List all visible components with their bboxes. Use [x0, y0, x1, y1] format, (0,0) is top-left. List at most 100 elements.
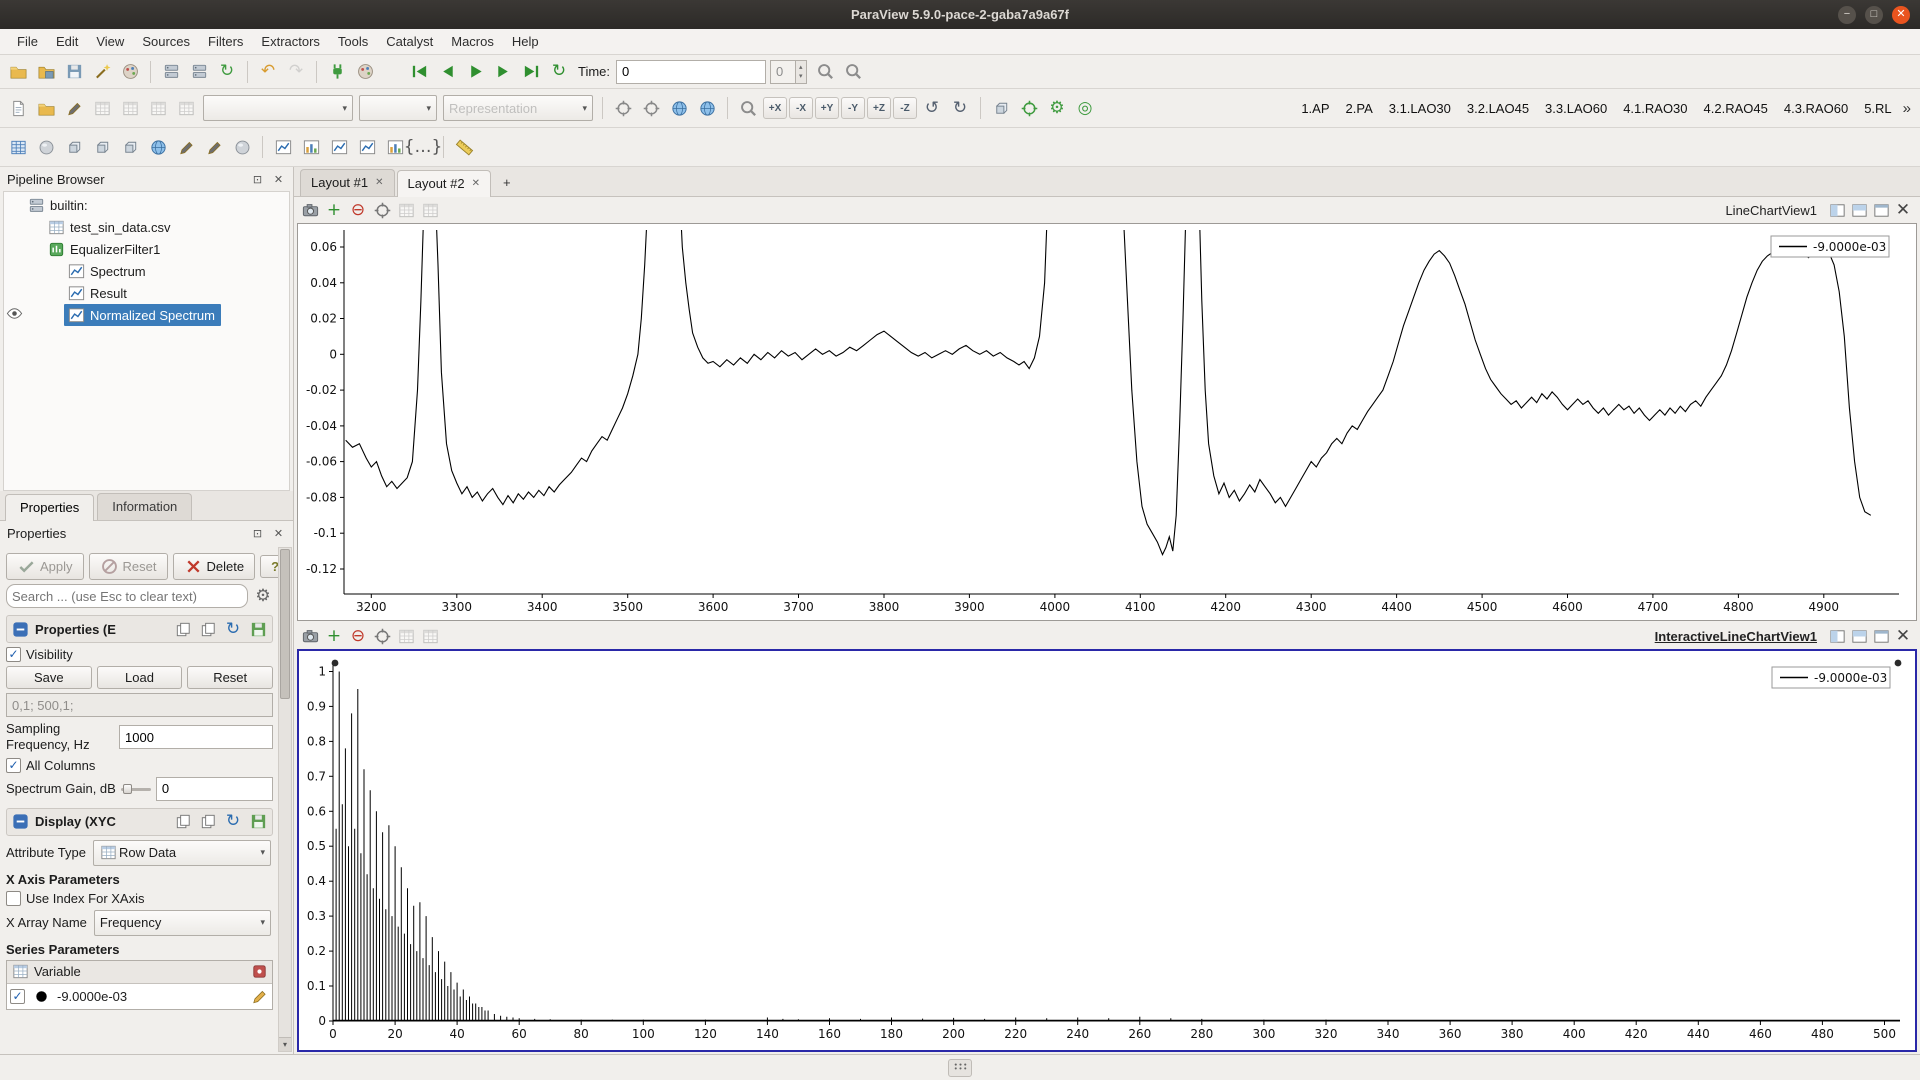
camera-preset-1-ap[interactable]: 1.AP: [1294, 97, 1336, 120]
select-chart-region-button[interactable]: [371, 625, 393, 647]
rescale-custom-range-button[interactable]: [638, 95, 664, 121]
reset-display-icon[interactable]: ↻: [223, 812, 243, 832]
load-palette-button[interactable]: [352, 59, 378, 85]
reset-range-time-button[interactable]: [117, 134, 143, 160]
split-vertical-button[interactable]: [1849, 200, 1869, 220]
menu-catalyst[interactable]: Catalyst: [377, 30, 442, 53]
menu-tools[interactable]: Tools: [329, 30, 377, 53]
threshold-filter-button[interactable]: [229, 134, 255, 160]
plot-selection-button[interactable]: [326, 134, 352, 160]
favorites-button[interactable]: [61, 95, 87, 121]
play-button[interactable]: [462, 59, 488, 85]
line-chart-svg[interactable]: 3200330034003500360037003800390040004100…: [298, 224, 1915, 620]
variable-selector-dropdown[interactable]: ▾: [203, 95, 353, 121]
scrollbar-thumb[interactable]: [280, 549, 290, 699]
color-map-wand-button[interactable]: [89, 59, 115, 85]
connect-server-button[interactable]: [158, 59, 184, 85]
capture-view-button[interactable]: [299, 199, 321, 221]
refresh-series-icon[interactable]: [249, 962, 269, 982]
reset-range-custom-button[interactable]: [89, 134, 115, 160]
maximize-view-button[interactable]: [1871, 626, 1891, 646]
visibility-eye-slot[interactable]: [4, 304, 24, 326]
chart-options-button[interactable]: [395, 625, 417, 647]
spin-down-icon[interactable]: ▾: [796, 72, 806, 81]
view-plus-x-button[interactable]: +X: [763, 97, 787, 119]
rotate-90-ccw-button[interactable]: ↺: [919, 95, 945, 121]
close-panel-icon[interactable]: ✕: [271, 173, 286, 186]
toolbar-overflow-icon[interactable]: »: [1899, 100, 1915, 117]
scroll-down-icon[interactable]: ▾: [279, 1037, 291, 1051]
clip-filter-button[interactable]: [173, 134, 199, 160]
reset-properties-icon[interactable]: ↻: [223, 619, 243, 639]
previous-frame-button[interactable]: [434, 59, 460, 85]
sampling-frequency-input[interactable]: [119, 725, 273, 749]
properties-scrollbar[interactable]: ▾: [278, 547, 292, 1052]
save-defaults-icon[interactable]: [248, 619, 268, 639]
spectrum-gain-slider[interactable]: [121, 782, 151, 796]
attribute-type-dropdown[interactable]: Row Data ▾: [93, 840, 271, 866]
spreadsheet-b-button[interactable]: [117, 95, 143, 121]
reset-session-button[interactable]: ↻: [214, 59, 240, 85]
zoom-to-box-small-button[interactable]: [735, 95, 761, 121]
status-grip[interactable]: [948, 1059, 972, 1077]
edit-color-map-button[interactable]: [117, 59, 143, 85]
pipeline-item-normalized-spectrum[interactable]: Normalized Spectrum: [4, 304, 289, 326]
spreadsheet-d-button[interactable]: [173, 95, 199, 121]
tab-properties[interactable]: Properties: [5, 494, 94, 521]
pipeline-item-builtin-[interactable]: builtin:: [4, 194, 289, 216]
time-input[interactable]: [616, 60, 766, 84]
edit-series-icon[interactable]: [249, 986, 269, 1006]
delete-button[interactable]: Delete: [173, 553, 256, 580]
close-properties-icon[interactable]: ✕: [271, 527, 286, 540]
export-chart-button[interactable]: [419, 199, 441, 221]
auto-apply-button[interactable]: [324, 59, 350, 85]
collapse-section-icon[interactable]: [11, 620, 30, 639]
close-view-button[interactable]: ✕: [1893, 200, 1913, 220]
python-view-button[interactable]: {…}: [410, 134, 436, 160]
copy-properties-icon[interactable]: [173, 619, 193, 639]
zoom-in-chart-button[interactable]: +: [323, 625, 345, 647]
camera-preset-2-pa[interactable]: 2.PA: [1339, 97, 1380, 120]
save-data-button[interactable]: [61, 59, 87, 85]
open-recent-button[interactable]: [33, 95, 59, 121]
remove-chart-item-button[interactable]: ⊖: [347, 625, 369, 647]
menu-macros[interactable]: Macros: [442, 30, 503, 53]
undock-panel-icon[interactable]: ⊡: [250, 173, 265, 186]
menu-filters[interactable]: Filters: [199, 30, 252, 53]
undock-properties-icon[interactable]: ⊡: [250, 527, 265, 540]
rescale-data-range-button[interactable]: [610, 95, 636, 121]
splash-button[interactable]: [5, 95, 31, 121]
menu-view[interactable]: View: [87, 30, 133, 53]
view-minus-x-button[interactable]: -X: [789, 97, 813, 119]
open-file-button[interactable]: [5, 59, 31, 85]
remove-chart-item-button[interactable]: ⊖: [347, 199, 369, 221]
redo-button[interactable]: ↷: [283, 59, 309, 85]
pipeline-item-spectrum[interactable]: Spectrum: [4, 260, 289, 282]
close-view-button[interactable]: ✕: [1893, 626, 1913, 646]
view-minus-y-button[interactable]: -Y: [841, 97, 865, 119]
paste-properties-icon[interactable]: [198, 619, 218, 639]
center-axes-button[interactable]: [1016, 95, 1042, 121]
all-columns-checkbox[interactable]: ✓: [6, 758, 21, 773]
minimize-button[interactable]: −: [1838, 6, 1856, 24]
series-color-swatch[interactable]: [31, 986, 51, 1006]
representation-dropdown[interactable]: Representation▾: [443, 95, 593, 121]
search-input[interactable]: [6, 584, 248, 608]
spin-up-icon[interactable]: ▴: [796, 63, 806, 72]
camera-preset-5-rl[interactable]: 5.RL: [1857, 97, 1898, 120]
visibility-checkbox[interactable]: ✓: [6, 647, 21, 662]
export-chart-button[interactable]: [419, 625, 441, 647]
save-state-button[interactable]: [33, 59, 59, 85]
edit-color-map-small-button[interactable]: [33, 134, 59, 160]
capture-view-button[interactable]: [299, 625, 321, 647]
undo-button[interactable]: ↶: [255, 59, 281, 85]
reset-range-button[interactable]: [61, 134, 87, 160]
glyph-filter-button[interactable]: [145, 134, 171, 160]
close-button[interactable]: ✕: [1892, 6, 1910, 24]
menu-extractors[interactable]: Extractors: [252, 30, 329, 53]
color-legend-button[interactable]: [5, 134, 31, 160]
zoom-to-data-button[interactable]: [841, 59, 867, 85]
plot-over-time-button[interactable]: [354, 134, 380, 160]
close-tab-icon[interactable]: ✕: [375, 177, 383, 188]
pipeline-item-equalizerfilter1[interactable]: EqualizerFilter1: [4, 238, 289, 260]
